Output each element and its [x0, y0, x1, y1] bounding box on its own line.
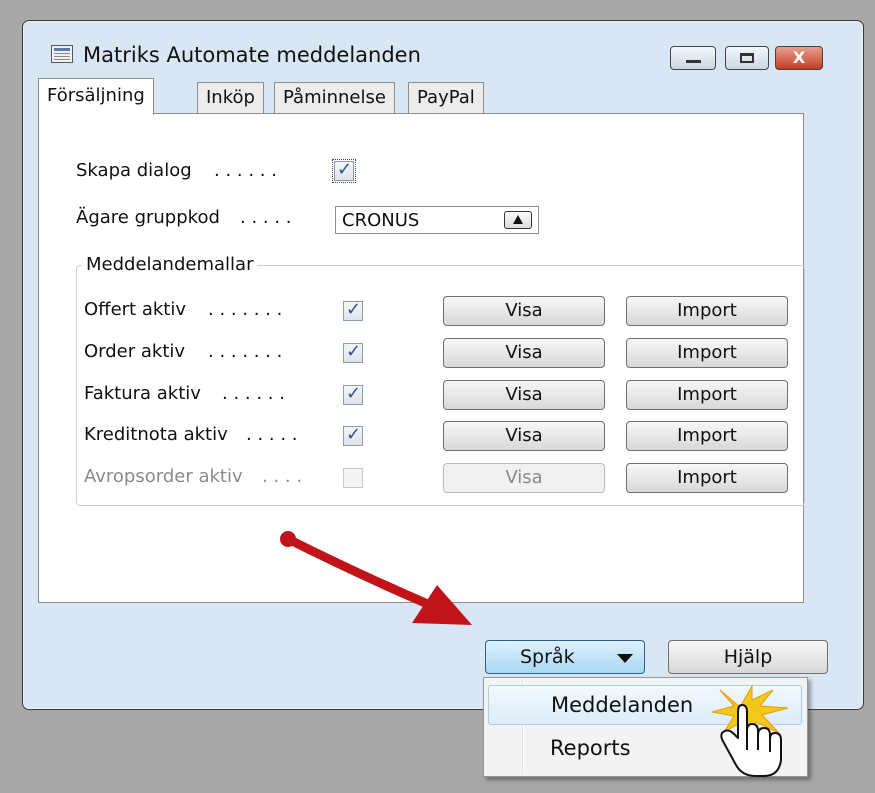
annotation-overlay [280, 531, 789, 777]
annotation-arrow [280, 531, 472, 625]
tab-forsaljning[interactable]: Försäljning [38, 78, 154, 115]
